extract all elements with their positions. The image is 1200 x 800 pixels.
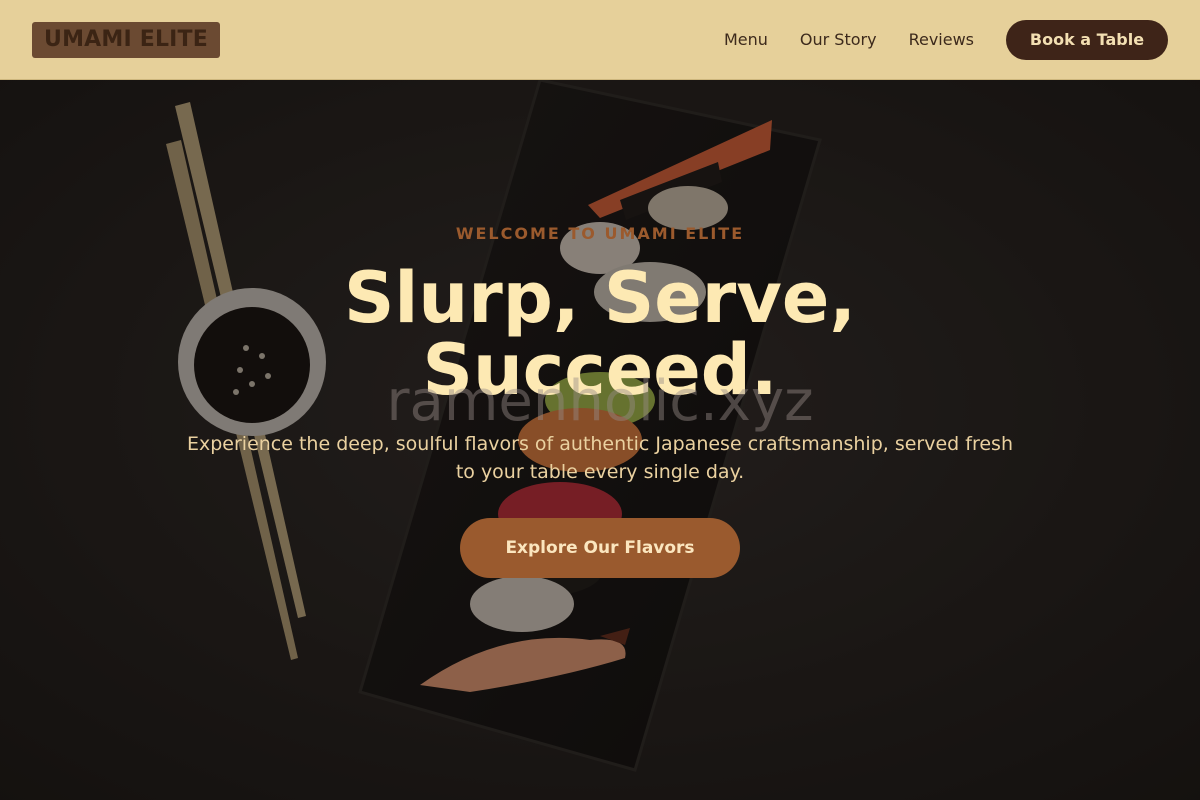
book-table-button[interactable]: Book a Table	[1006, 19, 1168, 60]
explore-flavors-button[interactable]: Explore Our Flavors	[460, 518, 740, 578]
headline-line-1: Slurp, Serve,	[344, 257, 856, 339]
hero-content: WELCOME TO UMAMI ELITE Slurp, Serve, Suc…	[0, 80, 1200, 800]
hero-subtext: Experience the deep, soulful flavors of …	[186, 433, 1013, 483]
watermark-text: ramenholic.xyz	[386, 369, 814, 434]
brand-logo[interactable]: UMAMI ELITE	[32, 21, 220, 58]
nav-link-reviews[interactable]: Reviews	[909, 30, 974, 49]
nav-link-our-story[interactable]: Our Story	[800, 30, 877, 49]
hero-section: WELCOME TO UMAMI ELITE Slurp, Serve, Suc…	[0, 80, 1200, 800]
site-header: UMAMI ELITE Menu Our Story Reviews Book …	[0, 0, 1200, 80]
main-nav: Menu Our Story Reviews Book a Table	[724, 19, 1168, 60]
nav-link-menu[interactable]: Menu	[724, 30, 768, 49]
hero-eyebrow: WELCOME TO UMAMI ELITE	[455, 224, 745, 243]
